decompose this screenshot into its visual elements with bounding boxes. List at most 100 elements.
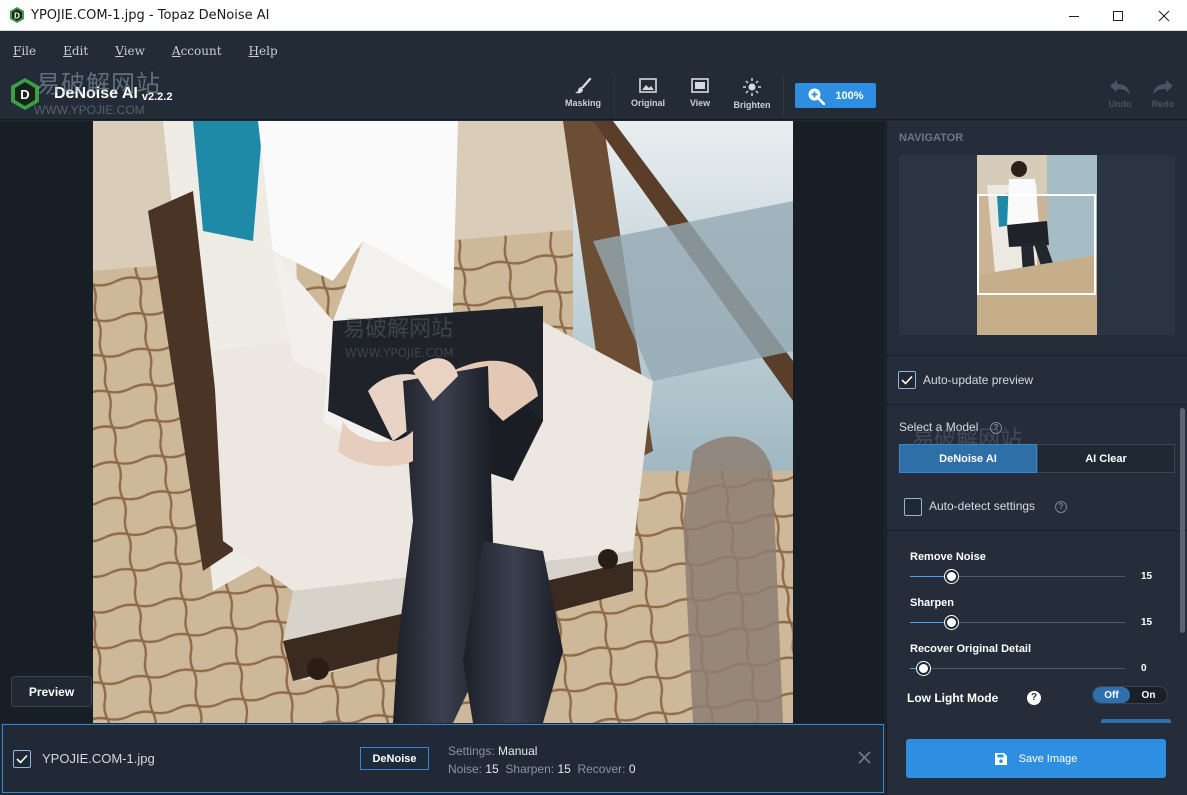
original-label: Original [630, 98, 665, 108]
model-ai-clear-button[interactable]: AI Clear [1037, 444, 1175, 473]
sharpen-label: Sharpen [910, 597, 955, 609]
maximize-icon [1113, 10, 1123, 21]
menu-bar: File Edit View Account Help [0, 31, 1187, 70]
brand: D DeNoise AI v2.2.2 易破解网站 WWW.YPOJIE.COM [10, 70, 172, 117]
redo-button[interactable]: Redo [1148, 80, 1178, 109]
toolbar: D DeNoise AI v2.2.2 易破解网站 WWW.YPOJIE.COM… [0, 70, 1187, 120]
undo-label: Undo [1108, 99, 1132, 109]
image-icon [639, 78, 657, 93]
app-logo-icon: D [10, 7, 24, 23]
denoise-logo-letter: D [20, 87, 29, 102]
remove-noise-value: 15 [1141, 571, 1153, 582]
window-title: YPOJIE.COM-1.jpg - Topaz DeNoise AI [31, 7, 270, 23]
view-icon [691, 78, 709, 93]
checkmark-icon [16, 754, 28, 764]
recover-detail-label: Recover Original Detail [910, 643, 1032, 655]
toolbar-divider [783, 76, 784, 116]
file-denoise-button[interactable]: DeNoise [360, 747, 429, 770]
settings-label: Settings: [448, 744, 495, 758]
maximize-button[interactable] [1095, 0, 1141, 31]
remove-noise-slider[interactable] [910, 570, 1125, 583]
brighten-label: Brighten [733, 100, 771, 110]
watermark-text: 易破解网站 [36, 70, 161, 98]
panel-scrollbar[interactable] [1180, 408, 1185, 633]
photo-image [93, 121, 793, 723]
zoom-icon [808, 88, 826, 105]
sharpen-slider[interactable] [910, 616, 1125, 629]
watermark-subtext: WWW.YPOJIE.COM [345, 346, 454, 360]
zoom-button[interactable]: 100% [795, 83, 876, 108]
save-image-button[interactable]: Save Image [906, 739, 1166, 778]
low-light-off-option[interactable]: Off [1093, 687, 1130, 703]
navigator[interactable] [899, 155, 1175, 335]
help-icon[interactable]: ? [1027, 691, 1041, 705]
panel-divider [887, 530, 1187, 531]
help-icon[interactable]: ? [1055, 501, 1067, 513]
title-bar: D YPOJIE.COM-1.jpg - Topaz DeNoise AI [0, 0, 1187, 31]
redo-label: Redo [1151, 99, 1175, 109]
settings-value: Manual [498, 744, 538, 758]
toolbar-divider [614, 76, 615, 116]
sharpen-value: 15 [1141, 617, 1153, 628]
recover-summary-label: Recover: [577, 762, 626, 776]
slider-handle[interactable] [917, 662, 930, 675]
slider-handle[interactable] [945, 570, 958, 583]
undo-button[interactable]: Undo [1105, 80, 1135, 109]
recover-detail-slider[interactable] [910, 662, 1125, 675]
menu-account[interactable]: Account [172, 44, 222, 58]
close-window-button[interactable] [1141, 0, 1187, 31]
model-selector: DeNoise AI AI Clear [899, 444, 1175, 473]
sharpen-summary-label: Sharpen: [505, 762, 555, 776]
app-logo-letter: D [14, 12, 20, 21]
file-name: YPOJIE.COM-1.jpg [42, 751, 155, 766]
brush-icon [575, 78, 592, 94]
menu-help[interactable]: Help [249, 44, 278, 58]
photo-preview[interactable]: 易破解网站 WWW.YPOJIE.COM [93, 121, 793, 723]
file-queue-row[interactable]: YPOJIE.COM-1.jpg DeNoise Settings: Manua… [2, 724, 884, 793]
view-button[interactable]: View [676, 78, 724, 108]
navigator-title: NAVIGATOR [899, 132, 964, 144]
preview-button[interactable]: Preview [11, 676, 92, 707]
zoom-level: 100% [835, 89, 864, 102]
panel-divider [887, 404, 1187, 405]
menu-file[interactable]: File [13, 44, 36, 58]
auto-update-checkbox[interactable] [898, 371, 916, 389]
file-checkbox[interactable] [13, 750, 31, 768]
auto-update-label: Auto-update preview [923, 373, 1034, 387]
image-canvas[interactable]: 易破解网站 WWW.YPOJIE.COM Preview [0, 121, 885, 723]
undo-icon [1110, 80, 1130, 95]
auto-detect-checkbox[interactable] [904, 498, 922, 516]
recover-detail-value: 0 [1141, 663, 1147, 674]
save-image-label: Save Image [1018, 752, 1078, 765]
view-label: View [689, 98, 711, 108]
redo-icon [1153, 80, 1173, 95]
minimize-button[interactable] [1051, 0, 1097, 31]
file-settings-summary: Settings: Manual Noise: 15 Sharpen: 15 R… [448, 742, 636, 778]
close-icon [1158, 10, 1170, 21]
model-denoise-ai-button[interactable]: DeNoise AI [899, 444, 1037, 473]
save-icon [994, 752, 1007, 765]
low-light-on-option[interactable]: On [1130, 687, 1167, 703]
original-button[interactable]: Original [624, 78, 672, 108]
menu-view[interactable]: View [115, 44, 145, 58]
menu-edit[interactable]: Edit [63, 44, 88, 58]
sun-icon [743, 78, 761, 96]
low-light-toggle[interactable]: Off On [1092, 686, 1168, 704]
noise-value: 15 [485, 762, 499, 776]
recover-summary-value: 0 [628, 762, 636, 776]
masking-button[interactable]: Masking [559, 78, 607, 108]
remove-noise-label: Remove Noise [910, 551, 986, 563]
panel-divider [887, 355, 1187, 356]
app-window: D YPOJIE.COM-1.jpg - Topaz DeNoise AI Fi… [0, 0, 1187, 795]
noise-label: Noise: [448, 762, 483, 776]
masking-label: Masking [564, 98, 601, 108]
sharpen-summary-value: 15 [557, 762, 571, 776]
remove-file-icon[interactable] [858, 751, 871, 764]
navigator-viewport-frame[interactable] [977, 194, 1096, 295]
slider-handle[interactable] [945, 616, 958, 629]
watermark-text: 易破解网站 [343, 317, 454, 342]
checkmark-icon [901, 375, 913, 385]
low-light-label: Low Light Mode [907, 691, 999, 705]
settings-panel: NAVIGATOR Auto-update preview Select a M… [886, 121, 1187, 795]
brighten-button[interactable]: Brighten [728, 78, 776, 110]
